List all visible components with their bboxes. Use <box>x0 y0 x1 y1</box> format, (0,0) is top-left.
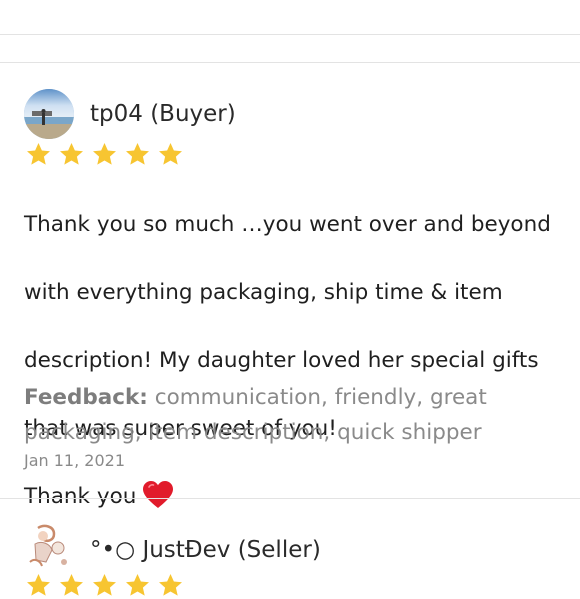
star-icon <box>60 143 83 165</box>
star-icon <box>27 143 50 165</box>
star-icon <box>93 143 116 165</box>
review-text-line: with everything packaging, ship time & i… <box>24 280 503 305</box>
star-icon <box>93 574 116 596</box>
review-text: Thank you so much …you went over and bey… <box>24 174 580 548</box>
star-icon <box>126 143 149 165</box>
review-text-line: description! My daughter loved her speci… <box>24 348 539 373</box>
divider-review <box>0 498 580 499</box>
rating-stars <box>24 141 185 168</box>
review-username[interactable]: tp04 (Buyer) <box>90 99 236 129</box>
feedback-tags: Feedback: communication, friendly, great… <box>24 380 544 450</box>
star-icon <box>27 574 50 596</box>
rating-stars <box>24 572 185 599</box>
feedback-label: Feedback: <box>24 385 148 410</box>
review-username[interactable]: °•○ JustĐev (Seller) <box>90 535 321 565</box>
review-text-line: Thank you so much …you went over and bey… <box>24 212 551 237</box>
beach-photo-icon <box>24 89 74 139</box>
avatar[interactable] <box>24 522 74 572</box>
heart-icon <box>143 481 174 508</box>
review-date: Jan 11, 2021 <box>24 451 125 470</box>
star-icon <box>126 574 149 596</box>
star-icon <box>159 143 182 165</box>
divider-section <box>0 62 580 63</box>
divider-top <box>0 34 580 35</box>
avatar[interactable] <box>24 89 74 139</box>
review-text-line: Thank you <box>24 484 137 509</box>
illustration-avatar-icon <box>24 522 74 572</box>
review-text-line-last: Thank you <box>24 480 580 514</box>
star-icon <box>60 574 83 596</box>
star-icon <box>159 574 182 596</box>
